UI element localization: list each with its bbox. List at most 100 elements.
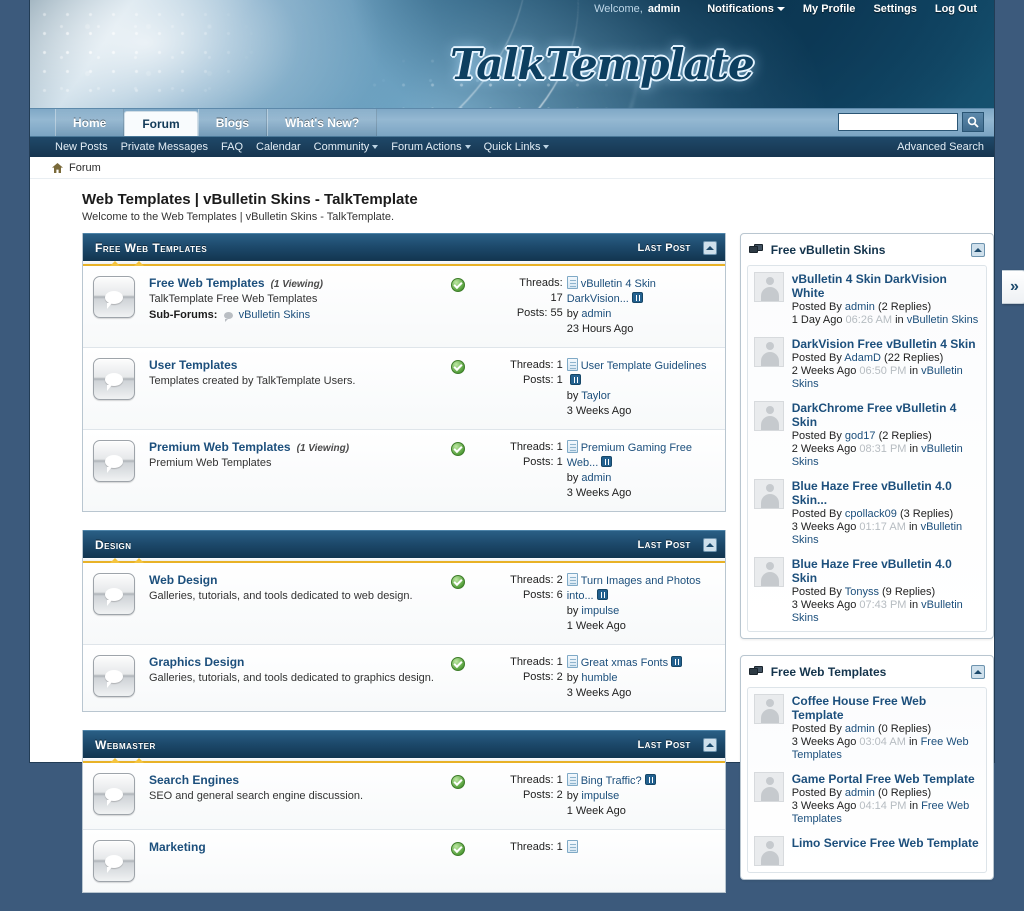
log-out-link[interactable]: Log Out (935, 3, 977, 15)
last-post-thread-link[interactable]: Turn Images and Photos into... (567, 575, 701, 602)
forum-link[interactable]: Free Web Templates (149, 276, 265, 290)
last-post-author-link[interactable]: admin (581, 308, 611, 320)
forum-link[interactable]: Search Engines (149, 773, 239, 787)
list-item[interactable]: vBulletin 4 Skin DarkVision White Posted… (753, 272, 980, 327)
tab-forum[interactable]: Forum (124, 111, 198, 136)
forum-link[interactable]: vBulletin Skins (907, 314, 979, 326)
last-post-author-link[interactable]: admin (581, 472, 611, 484)
threads-label: Threads: (510, 441, 554, 453)
thread-title-link[interactable]: Limo Service Free Web Template (792, 836, 980, 850)
list-item[interactable]: Blue Haze Free vBulletin 4.0 Skin... Pos… (753, 479, 980, 547)
thread-doc-icon (566, 773, 578, 786)
sub-forum-link[interactable]: vBulletin Skins (239, 309, 311, 321)
forum-link[interactable]: Premium Web Templates (149, 440, 291, 454)
author-link[interactable]: cpollack09 (845, 508, 897, 520)
sidebar-toggle-button[interactable]: » (1002, 270, 1024, 304)
nav-quick-links-menu[interactable]: Quick Links (484, 141, 550, 153)
last-post-thread-link[interactable]: Premium Gaming Free Web... (567, 442, 692, 469)
author-link[interactable]: admin (845, 787, 875, 799)
relative-time: 1 Day Ago (791, 314, 843, 326)
site-logo[interactable]: TalkTemplate (450, 40, 755, 89)
category-collapse-button[interactable] (702, 537, 717, 552)
threads-count: 2 (556, 574, 563, 586)
list-item[interactable]: Coffee House Free Web Template Posted By… (753, 694, 980, 762)
tab-blogs[interactable]: Blogs (197, 109, 268, 136)
last-post-author-link[interactable]: humble (581, 672, 617, 684)
welcome-username: admin (647, 3, 681, 15)
nav-calendar[interactable]: Calendar (256, 141, 301, 153)
list-item[interactable]: DarkVision Free vBulletin 4 Skin Posted … (753, 337, 980, 391)
nav-faq[interactable]: FAQ (221, 141, 243, 153)
nav-private-messages[interactable]: Private Messages (121, 141, 208, 153)
forum-row[interactable]: Web Design Galleries, tutorials, and too… (83, 563, 725, 645)
last-post-author-link[interactable]: impulse (581, 790, 619, 802)
author-link[interactable]: god17 (845, 430, 876, 442)
forum-row[interactable]: Marketing Threads: 1 (83, 830, 725, 892)
multipage-icon[interactable] (601, 456, 613, 467)
nav-new-posts[interactable]: New Posts (55, 141, 108, 153)
multipage-icon[interactable] (671, 656, 683, 667)
last-post-column-header: Last Post (637, 738, 691, 751)
forum-row[interactable]: Graphics Design Galleries, tutorials, an… (83, 645, 725, 711)
notifications-menu[interactable]: Notifications (707, 3, 785, 15)
author-link[interactable]: AdamD (844, 352, 881, 364)
list-item[interactable]: DarkChrome Free vBulletin 4 Skin Posted … (753, 401, 980, 469)
forum-row[interactable]: Search Engines SEO and general search en… (83, 763, 725, 830)
forum-row[interactable]: User Templates Templates created by Talk… (83, 348, 725, 430)
thread-title-link[interactable]: Coffee House Free Web Template (792, 694, 980, 722)
forum-stats: Threads: 17 Posts: 55 (475, 276, 567, 321)
thread-title-link[interactable]: Blue Haze Free vBulletin 4.0 Skin... (792, 479, 980, 507)
my-profile-link[interactable]: My Profile (803, 3, 856, 15)
last-post-thread-link[interactable]: Great xmas Fonts (581, 657, 668, 669)
forum-link[interactable]: Graphics Design (149, 655, 244, 669)
forum-link[interactable]: Web Design (149, 573, 217, 587)
list-item[interactable]: Game Portal Free Web Template Posted By … (753, 772, 980, 826)
forum-row[interactable]: Free Web Templates (1 Viewing) TalkTempla… (83, 266, 725, 348)
thread-doc-icon (566, 358, 578, 371)
thread-title-link[interactable]: vBulletin 4 Skin DarkVision White (792, 272, 980, 300)
sub-forums: Sub-Forums: vBulletin Skins (149, 309, 435, 322)
sidebar-widget: Free vBulletin Skins vBulletin 4 Skin Da… (739, 233, 994, 639)
author-link[interactable]: admin (845, 301, 875, 313)
tab-whats-new[interactable]: What's New? (267, 109, 378, 136)
last-post-thread-link[interactable]: User Template Guidelines (581, 360, 707, 372)
author-link[interactable]: Tonyss (845, 586, 879, 598)
forum-read-status (441, 840, 475, 856)
forum-stats: Threads: 2 Posts: 6 (475, 573, 567, 603)
author-link[interactable]: admin (845, 723, 875, 735)
forum-read-status (441, 573, 475, 589)
multipage-icon[interactable] (631, 292, 643, 303)
search-input[interactable] (838, 113, 958, 131)
forum-link[interactable]: User Templates (149, 358, 237, 372)
list-item[interactable]: Limo Service Free Web Template (753, 836, 980, 866)
thread-title-link[interactable]: DarkVision Free vBulletin 4 Skin (792, 337, 980, 351)
last-post-time: 23 Hours Ago (566, 323, 634, 335)
widget-collapse-button[interactable] (971, 243, 985, 257)
search-submit-button[interactable] (962, 112, 984, 132)
multipage-icon[interactable] (644, 774, 656, 785)
breadcrumb-item-forum[interactable]: Forum (69, 162, 101, 174)
thread-title-link[interactable]: Blue Haze Free vBulletin 4.0 Skin (792, 557, 980, 585)
forum-row[interactable]: Premium Web Templates (1 Viewing) Premium… (83, 430, 725, 511)
category-accent-bar (83, 558, 725, 563)
list-item[interactable]: Blue Haze Free vBulletin 4.0 Skin Posted… (753, 557, 980, 625)
forum-category: Webmaster Last Post Search Engines SEO a… (82, 730, 726, 893)
nav-forum-actions-menu[interactable]: Forum Actions (391, 141, 471, 153)
multipage-icon[interactable] (569, 374, 581, 385)
category-collapse-button[interactable] (702, 240, 717, 255)
category-collapse-button[interactable] (702, 737, 717, 752)
forum-status-icon (93, 440, 135, 482)
nav-community-menu[interactable]: Community (314, 141, 379, 153)
advanced-search-link[interactable]: Advanced Search (897, 141, 984, 153)
widget-header: Free vBulletin Skins (747, 240, 987, 265)
thread-title-link[interactable]: DarkChrome Free vBulletin 4 Skin (792, 401, 980, 429)
thread-title-link[interactable]: Game Portal Free Web Template (792, 772, 980, 786)
widget-collapse-button[interactable] (971, 665, 985, 679)
tab-home[interactable]: Home (55, 109, 125, 136)
settings-link[interactable]: Settings (873, 3, 916, 15)
forum-link[interactable]: Marketing (149, 840, 206, 854)
last-post-author-link[interactable]: Taylor (581, 390, 610, 402)
multipage-icon[interactable] (596, 589, 608, 600)
last-post-thread-link[interactable]: Bing Traffic? (581, 775, 642, 787)
last-post-author-link[interactable]: impulse (581, 605, 619, 617)
